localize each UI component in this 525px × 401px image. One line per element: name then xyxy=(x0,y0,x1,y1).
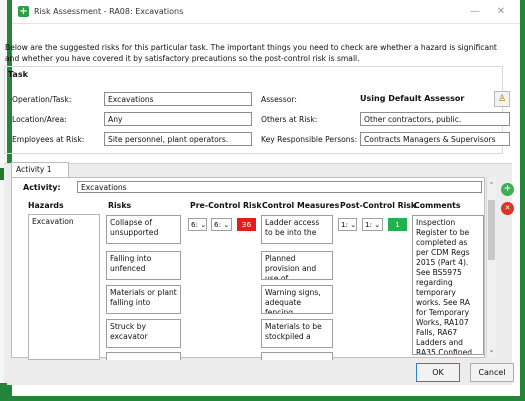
chevron-down-icon: ⌄ xyxy=(374,220,381,229)
cancel-button[interactable]: Cancel xyxy=(470,363,514,382)
task-heading: Task xyxy=(8,70,28,79)
chevron-down-icon: ⌄ xyxy=(223,220,230,229)
location-label: Location/Area: xyxy=(12,115,67,124)
add-row-button[interactable]: + xyxy=(501,183,514,196)
assessor-value: Using Default Assessor xyxy=(360,94,465,103)
remove-icon: ✕ xyxy=(504,204,511,212)
scroll-down-arrow-icon[interactable]: ⌄ xyxy=(487,345,496,355)
comments-header: Comments xyxy=(414,201,461,210)
responsible-label: Key Responsible Persons: xyxy=(261,135,358,144)
window-title: Risk Assessment - RA08: Excavations xyxy=(34,7,184,16)
post-control-header: Post-Control Risk xyxy=(340,201,417,210)
activity-field[interactable]: Excavations xyxy=(77,181,482,193)
activity-label: Activity: xyxy=(23,183,61,192)
ok-button[interactable]: OK xyxy=(416,363,460,382)
instructions-text: Below are the suggested risks for this p… xyxy=(5,43,497,63)
pre-control-header: Pre-Control Risk xyxy=(190,201,262,210)
close-button[interactable]: ✕ xyxy=(488,0,514,24)
control-measure-item[interactable]: Warning signs, adequate fencing, xyxy=(261,285,333,314)
location-field[interactable]: Any xyxy=(104,112,252,126)
scrollbar-thumb[interactable] xyxy=(488,200,495,260)
others-label: Others at Risk: xyxy=(261,115,318,124)
minimize-button[interactable]: — xyxy=(462,0,488,24)
others-field[interactable]: Other contractors, public. xyxy=(360,112,510,126)
plus-icon: + xyxy=(503,184,512,194)
scroll-up-arrow-icon[interactable]: ⌃ xyxy=(487,180,496,190)
window-frame-accent xyxy=(0,383,7,401)
operation-label: Operation/Task: xyxy=(12,95,72,104)
app-plus-icon: + xyxy=(18,5,29,17)
tab-activity-1[interactable]: Activity 1 xyxy=(11,162,69,177)
chevron-down-icon: ⌄ xyxy=(350,220,357,229)
post-likelihood-select[interactable]: 1: ⌄ xyxy=(338,218,357,231)
chevron-down-icon: ⌄ xyxy=(200,220,207,229)
post-control-score: 1 xyxy=(388,218,407,231)
control-measure-item-partial[interactable] xyxy=(261,352,333,360)
comments-field[interactable]: Inspection Register to be completed as p… xyxy=(412,215,484,355)
risk-item[interactable]: Materials or plant falling into xyxy=(106,285,181,314)
hazards-header: Hazards xyxy=(28,201,64,210)
person-icon: ♙ xyxy=(497,94,507,104)
risk-item[interactable]: Struck by excavator xyxy=(106,319,181,348)
hazard-cell[interactable]: Excavation xyxy=(28,214,100,360)
assessor-label: Assessor: xyxy=(261,95,297,104)
risk-item[interactable]: Collapse of unsupported xyxy=(106,215,181,244)
post-severity-select[interactable]: 1: ⌄ xyxy=(362,218,383,231)
assessor-picker-button[interactable]: ♙ xyxy=(494,91,510,107)
pre-likelihood-select[interactable]: 6: ⌄ xyxy=(188,218,207,231)
pre-severity-value: 6: xyxy=(214,220,221,229)
risk-item[interactable]: Falling into unfenced xyxy=(106,251,181,280)
control-measures-header: Control Measures xyxy=(262,201,340,210)
pre-likelihood-value: 6: xyxy=(191,220,198,229)
pre-control-score: 36 xyxy=(237,218,256,231)
post-likelihood-value: 1: xyxy=(341,220,348,229)
responsible-field[interactable]: Contracts Managers & Supervisors xyxy=(360,132,510,146)
title-bar: + Risk Assessment - RA08: Excavations — … xyxy=(12,0,520,24)
control-measure-item[interactable]: Ladder access to be into the xyxy=(261,215,333,244)
post-severity-value: 1: xyxy=(365,220,372,229)
employees-field[interactable]: Site personnel, plant operators. xyxy=(104,132,252,146)
risks-header: Risks xyxy=(108,201,132,210)
operation-field[interactable]: Excavations xyxy=(104,92,252,106)
control-measure-item[interactable]: Planned provision and use of xyxy=(261,251,333,280)
risk-item-partial[interactable] xyxy=(106,352,181,360)
employees-label: Employees at Risk: xyxy=(12,135,85,144)
control-measure-item[interactable]: Materials to be stockpiled a xyxy=(261,319,333,348)
remove-row-button[interactable]: ✕ xyxy=(501,202,514,215)
pre-severity-select[interactable]: 6: ⌄ xyxy=(211,218,232,231)
